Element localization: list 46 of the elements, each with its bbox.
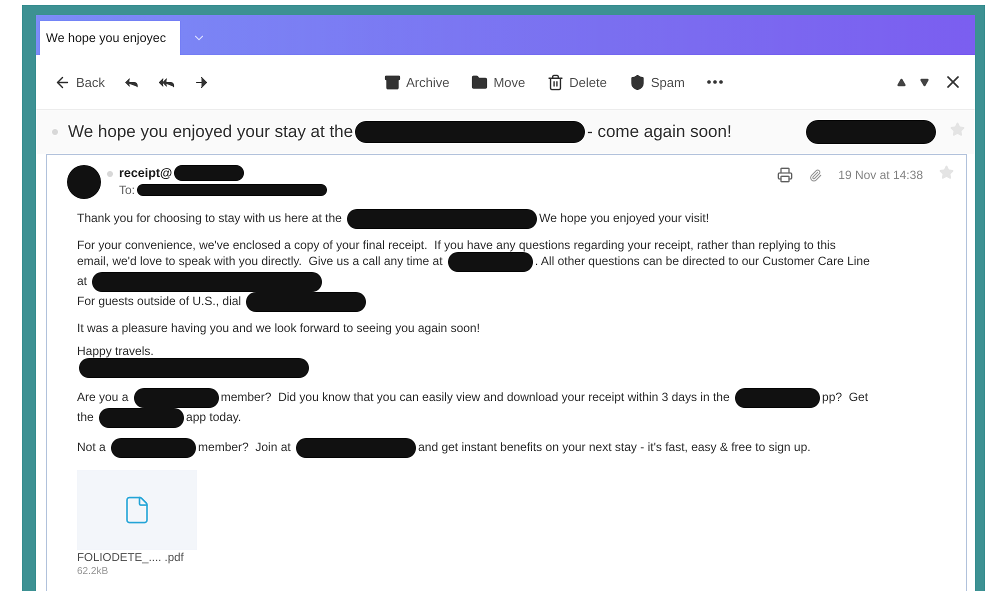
back-button[interactable]: Back <box>52 72 107 92</box>
body-text: the <box>77 410 95 424</box>
message-date: 19 Nov at 14:38 <box>838 168 923 182</box>
message-tab[interactable]: We hope you enjoyec <box>40 21 180 55</box>
delete-button[interactable]: Delete <box>545 72 609 92</box>
body-text: Thank you for choosing to stay with us here at the <box>77 211 343 226</box>
body-text: We hope you enjoyed your stay at the <box>68 122 354 142</box>
to-label: To: <box>119 183 136 197</box>
trash-icon <box>547 74 564 90</box>
body-text: It was a pleasure having you and we look forward to seeing you again soon! <box>77 321 481 335</box>
archive-button[interactable]: Archive <box>382 72 452 92</box>
folder-icon <box>471 74 488 90</box>
up-triangle-icon <box>897 78 906 86</box>
body-text: For your convenience, we've enclosed a copy of your final receipt. If you have any questions regarding your receipt, rather than replying to this <box>77 238 837 252</box>
body-text: member? Join at <box>198 440 292 454</box>
body-text: and get instant benefits on your next stay - it's fast, easy & free to sign up. <box>418 440 812 454</box>
down-triangle-icon <box>920 78 930 86</box>
body-text: For guests outside of U.S., dial <box>77 294 242 308</box>
redaction-mark <box>174 165 244 181</box>
paperclip-icon <box>809 168 822 182</box>
move-button[interactable]: Move <box>469 72 528 92</box>
archive-icon <box>384 74 402 90</box>
spam-button[interactable]: Spam <box>626 72 687 92</box>
avatar <box>67 165 101 199</box>
body-text: . All other questions can be directed to our Customer Care Line <box>534 254 871 268</box>
body-text: Not a <box>77 440 107 454</box>
body-text: - come again soon! <box>587 122 732 142</box>
printer-icon[interactable] <box>777 167 794 183</box>
body-text: Happy travels. <box>77 344 155 358</box>
body-text: member? Did you know that you can easily view and download your receipt within 3 days in the <box>220 390 731 404</box>
more-icon <box>706 80 723 84</box>
shield-icon <box>628 74 646 90</box>
sender-address: receipt@ <box>119 166 172 180</box>
body-text: email, we'd love to speak with you directly. Give us a call any time at <box>77 254 444 268</box>
star-icon[interactable] <box>939 165 954 180</box>
attachment-name[interactable]: FOLIODETE_.... .pdf <box>77 552 966 564</box>
status-dot <box>107 171 113 177</box>
attachment-tile[interactable] <box>77 470 197 550</box>
body-text: at <box>77 274 88 288</box>
body-text: Are you a <box>77 390 130 404</box>
body-text: app today. <box>186 410 242 424</box>
body-text: We hope you enjoyed your visit! <box>539 211 710 226</box>
status-dot <box>52 129 58 135</box>
body-text: pp? Get <box>822 390 870 404</box>
more-button[interactable] <box>704 78 725 86</box>
attachment-size: 62.2kB <box>77 566 110 577</box>
